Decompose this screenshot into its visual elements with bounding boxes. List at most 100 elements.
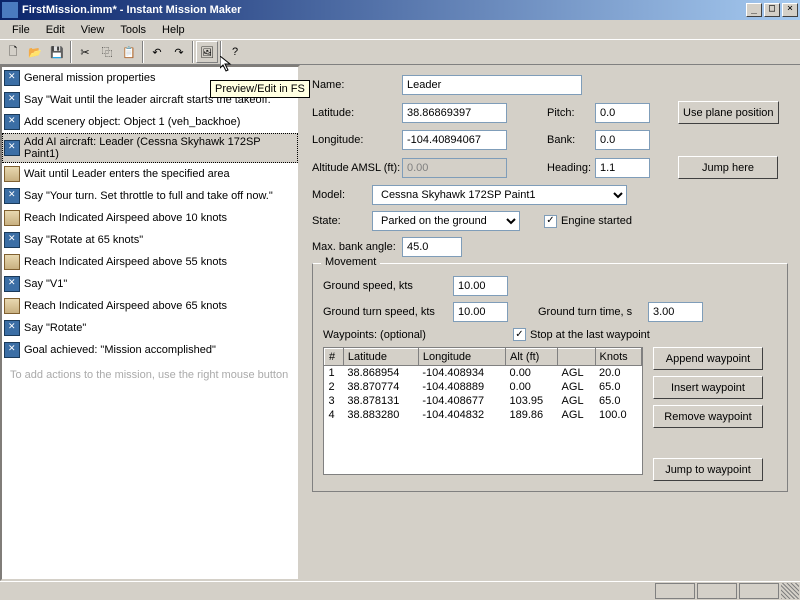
ground-speed-input[interactable]	[453, 276, 508, 296]
close-button[interactable]: ×	[782, 3, 798, 17]
table-row[interactable]: 338.878131-104.408677103.95AGL65.0	[325, 394, 642, 408]
ground-turn-speed-input[interactable]	[453, 302, 508, 322]
action-icon	[4, 140, 20, 156]
model-select[interactable]: Cessna Skyhawk 172SP Paint1	[372, 185, 627, 205]
action-icon	[4, 114, 20, 130]
table-row[interactable]: 138.868954-104.4089340.00AGL20.0	[325, 366, 642, 381]
copy-icon[interactable]: ⿻	[96, 41, 118, 63]
new-icon[interactable]: 🗋	[2, 41, 24, 63]
action-item[interactable]: Wait until Leader enters the specified a…	[2, 163, 298, 185]
pitch-label: Pitch:	[547, 107, 595, 119]
altitude-label: Altitude AMSL (ft):	[312, 162, 402, 174]
action-text: General mission properties	[24, 72, 155, 84]
minimize-button[interactable]: _	[746, 3, 762, 17]
jump-here-button[interactable]: Jump here	[678, 156, 778, 179]
action-icon	[4, 320, 20, 336]
menu-tools[interactable]: Tools	[112, 22, 154, 38]
menu-edit[interactable]: Edit	[38, 22, 73, 38]
ground-turn-time-label: Ground turn time, s	[538, 306, 648, 318]
action-text: Say "Your turn. Set throttle to full and…	[24, 190, 273, 202]
cut-icon[interactable]: ✂	[74, 41, 96, 63]
menu-view[interactable]: View	[73, 22, 113, 38]
altitude-input	[402, 158, 507, 178]
waypoint-table[interactable]: #LatitudeLongitudeAlt (ft) Knots138.86895…	[323, 347, 643, 475]
action-item[interactable]: Say "V1"	[2, 273, 298, 295]
action-icon	[4, 92, 20, 108]
menu-help[interactable]: Help	[154, 22, 193, 38]
column-header[interactable]: Longitude	[418, 349, 505, 366]
column-header[interactable]: #	[325, 349, 344, 366]
model-label: Model:	[312, 189, 372, 201]
longitude-input[interactable]	[402, 130, 507, 150]
window-title: FirstMission.imm* - Instant Mission Make…	[22, 4, 744, 16]
name-input[interactable]	[402, 75, 582, 95]
preview-icon[interactable]: 🖼	[196, 41, 218, 63]
paste-icon[interactable]: 📋	[118, 41, 140, 63]
append-waypoint-button[interactable]: Append waypoint	[653, 347, 763, 370]
movement-title: Movement	[321, 256, 380, 268]
pitch-input[interactable]	[595, 103, 650, 123]
bank-label: Bank:	[547, 134, 595, 146]
stop-last-waypoint-checkbox[interactable]: ✓Stop at the last waypoint	[513, 328, 650, 341]
bank-input[interactable]	[595, 130, 650, 150]
state-select[interactable]: Parked on the ground	[372, 211, 520, 231]
remove-waypoint-button[interactable]: Remove waypoint	[653, 405, 763, 428]
column-header[interactable]: Alt (ft)	[506, 349, 558, 366]
use-plane-position-button[interactable]: Use plane position	[678, 101, 779, 124]
latitude-input[interactable]	[402, 103, 507, 123]
action-text: Goal achieved: "Mission accomplished"	[24, 344, 216, 356]
action-icon	[4, 276, 20, 292]
action-text: Say "Rotate"	[24, 322, 86, 334]
save-icon[interactable]: 💾	[46, 41, 68, 63]
action-item[interactable]: Goal achieved: "Mission accomplished"	[2, 339, 298, 361]
insert-waypoint-button[interactable]: Insert waypoint	[653, 376, 763, 399]
ground-turn-speed-label: Ground turn speed, kts	[323, 306, 453, 318]
action-item[interactable]: Add scenery object: Object 1 (veh_backho…	[2, 111, 298, 133]
tooltip: Preview/Edit in FS	[210, 80, 310, 98]
action-icon	[4, 166, 20, 182]
action-item[interactable]: Reach Indicated Airspeed above 55 knots	[2, 251, 298, 273]
action-item[interactable]: Reach Indicated Airspeed above 10 knots	[2, 207, 298, 229]
heading-label: Heading:	[547, 162, 595, 174]
ground-turn-time-input[interactable]	[648, 302, 703, 322]
table-row[interactable]: 238.870774-104.4088890.00AGL65.0	[325, 380, 642, 394]
open-icon[interactable]: 📂	[24, 41, 46, 63]
statusbar	[0, 581, 800, 600]
heading-input[interactable]	[595, 158, 650, 178]
maxbank-label: Max. bank angle:	[312, 241, 402, 253]
menu-file[interactable]: File	[4, 22, 38, 38]
maximize-button[interactable]: □	[764, 3, 780, 17]
action-item[interactable]: Say "Your turn. Set throttle to full and…	[2, 185, 298, 207]
action-text: Add AI aircraft: Leader (Cessna Skyhawk …	[24, 136, 296, 160]
table-row[interactable]: 438.883280-104.404832189.86AGL100.0	[325, 408, 642, 422]
maxbank-input[interactable]	[402, 237, 462, 257]
undo-icon[interactable]: ↶	[146, 41, 168, 63]
action-icon	[4, 188, 20, 204]
action-icon	[4, 70, 20, 86]
action-icon	[4, 342, 20, 358]
column-header[interactable]: Knots	[595, 349, 641, 366]
action-text: Say "Rotate at 65 knots"	[24, 234, 143, 246]
engine-started-checkbox[interactable]: ✓Engine started	[544, 215, 632, 228]
help-icon[interactable]: ?	[224, 41, 246, 63]
column-header[interactable]	[558, 349, 596, 366]
redo-icon[interactable]: ↷	[168, 41, 190, 63]
app-icon	[2, 2, 18, 18]
resize-grip-icon[interactable]	[781, 583, 799, 599]
action-text: Reach Indicated Airspeed above 55 knots	[24, 256, 227, 268]
action-list[interactable]: General mission propertiesSay "Wait unti…	[0, 65, 300, 581]
column-header[interactable]: Latitude	[343, 349, 418, 366]
toolbar: 🗋 📂 💾 ✂ ⿻ 📋 ↶ ↷ 🖼 ?	[0, 39, 800, 65]
titlebar: FirstMission.imm* - Instant Mission Make…	[0, 0, 800, 20]
action-text: Add scenery object: Object 1 (veh_backho…	[24, 116, 240, 128]
action-item[interactable]: Say "Rotate at 65 knots"	[2, 229, 298, 251]
action-item[interactable]: Reach Indicated Airspeed above 65 knots	[2, 295, 298, 317]
jump-to-waypoint-button[interactable]: Jump to waypoint	[653, 458, 763, 481]
action-item[interactable]: Add AI aircraft: Leader (Cessna Skyhawk …	[2, 133, 298, 163]
longitude-label: Longitude:	[312, 134, 402, 146]
ground-speed-label: Ground speed, kts	[323, 280, 453, 292]
hint-text: To add actions to the mission, use the r…	[2, 361, 298, 389]
state-label: State:	[312, 215, 372, 227]
latitude-label: Latitude:	[312, 107, 402, 119]
action-item[interactable]: Say "Rotate"	[2, 317, 298, 339]
